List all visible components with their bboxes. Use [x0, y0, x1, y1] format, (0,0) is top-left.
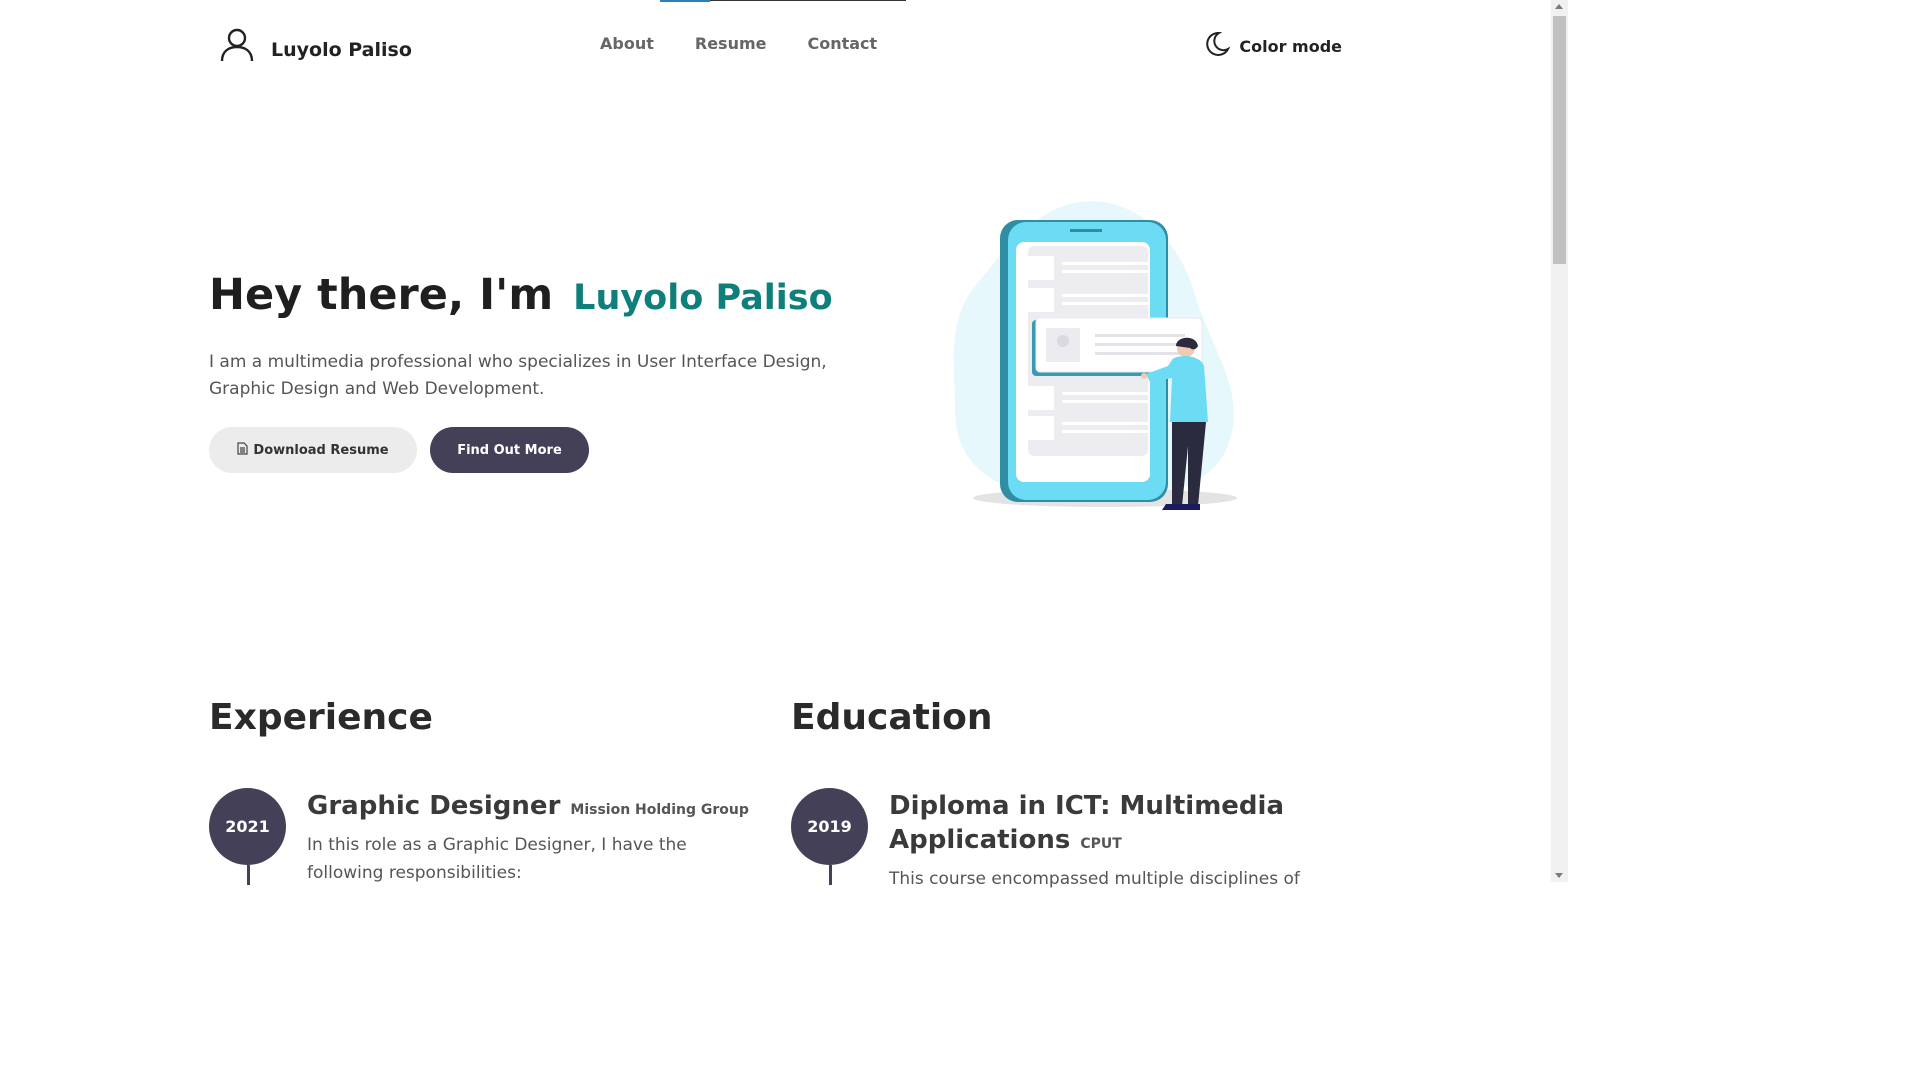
download-resume-label: Download Resume	[253, 442, 389, 458]
hero-buttons: Download Resume Find Out More	[209, 427, 589, 473]
download-resume-button[interactable]: Download Resume	[209, 427, 417, 473]
education-entry-title-line2: Applications CPUT	[889, 823, 1122, 861]
experience-description: In this role as a Graphic Designer, I ha…	[307, 835, 687, 883]
scroll-down-arrow-icon[interactable]	[1555, 873, 1563, 878]
experience-role: Graphic Designer	[307, 791, 561, 821]
hero-illustration	[950, 200, 1240, 520]
find-out-more-button[interactable]: Find Out More	[430, 427, 589, 473]
scroll-up-arrow-icon[interactable]	[1555, 4, 1563, 9]
color-mode-label: Color mode	[1239, 36, 1342, 56]
brand-name: Luyolo Paliso	[271, 39, 412, 61]
experience-org: Mission Holding Group	[570, 802, 749, 818]
experience-title: Experience	[209, 697, 433, 738]
color-mode-toggle[interactable]: Color mode	[1203, 30, 1342, 62]
hero-heading: Hey there, I'm Luyolo Paliso	[209, 270, 833, 320]
user-icon	[219, 26, 255, 66]
experience-entry-title: Graphic Designer Mission Holding Group	[307, 789, 749, 827]
education-entry-title-line1: Diploma in ICT: Multimedia	[889, 791, 1284, 821]
hero-name: Luyolo Paliso	[573, 278, 833, 318]
page-scrollbar[interactable]	[1551, 0, 1568, 882]
education-org: CPUT	[1080, 836, 1122, 852]
education-description: This course encompassed multiple discipl…	[889, 869, 1300, 889]
hero-description: I am a multimedia professional who speci…	[209, 352, 827, 399]
hero-greeting: Hey there, I'm	[209, 270, 554, 320]
moon-icon	[1203, 30, 1231, 62]
main-nav: About Resume Contact	[600, 34, 877, 53]
education-role-cont: Applications	[889, 825, 1071, 855]
document-icon	[237, 441, 249, 459]
education-year-badge: 2019	[791, 788, 868, 865]
page-progress-accent	[660, 0, 710, 2]
nav-contact[interactable]: Contact	[807, 34, 877, 53]
nav-resume[interactable]: Resume	[695, 34, 767, 53]
experience-year-badge: 2021	[209, 788, 286, 865]
brand-logo[interactable]: Luyolo Paliso	[219, 26, 412, 66]
nav-about[interactable]: About	[600, 34, 654, 53]
page-progress-line	[660, 0, 906, 2]
scroll-thumb[interactable]	[1553, 16, 1566, 264]
experience-timeline-line	[247, 865, 250, 885]
education-title: Education	[791, 697, 993, 738]
education-timeline-line	[829, 865, 832, 885]
